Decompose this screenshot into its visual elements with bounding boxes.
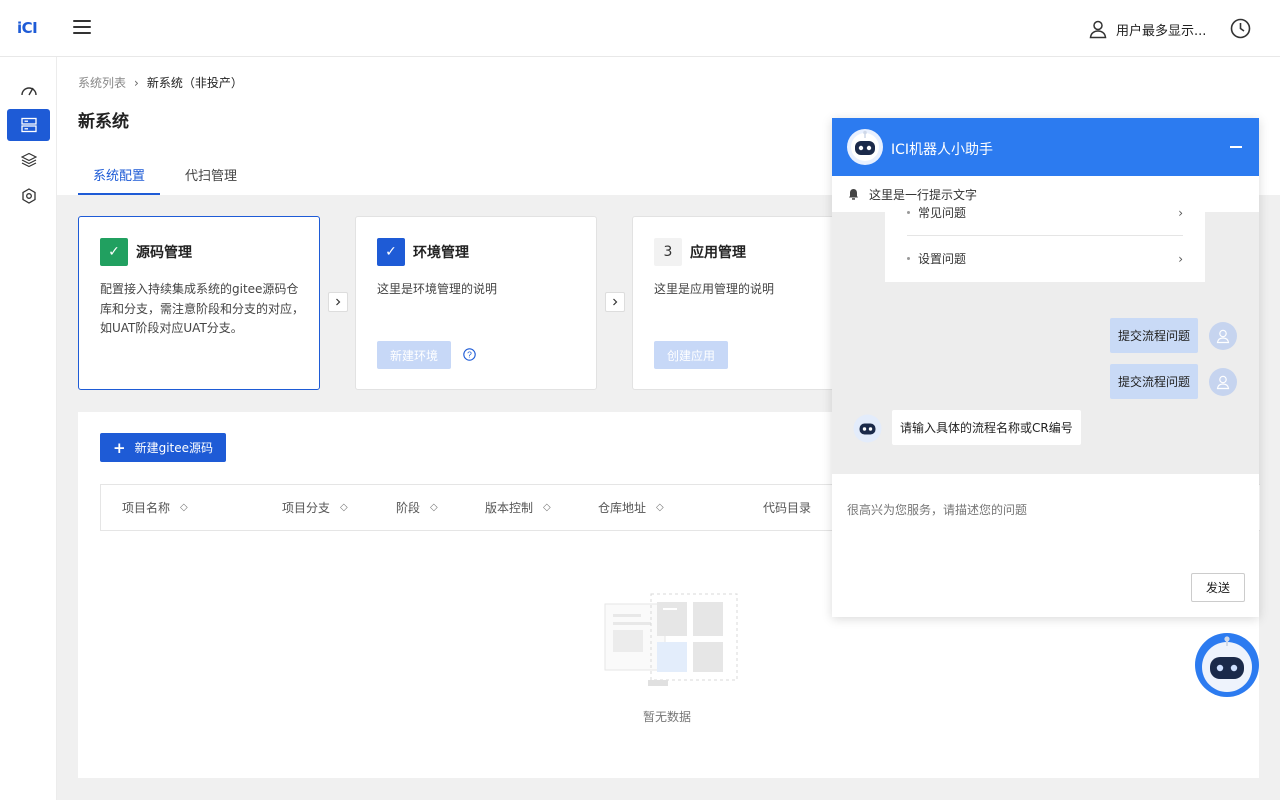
faq-item-common[interactable]: 常见问题 › [907,204,1183,221]
robot-assistant-fab-icon[interactable] [1194,632,1260,698]
menu-toggle-icon[interactable] [73,20,91,36]
chat-title: ICI机器人小助手 [891,142,994,158]
user-message: 提交流程问题 [1110,318,1199,353]
chat-assistant-panel: ICI机器人小助手 这里是一行提示文字 常见问题 › 设置问题 › 提交流程问题 提… [832,118,1259,617]
user-avatar-icon [1209,368,1237,396]
side-nav [0,57,57,800]
step-description: 配置接入持续集成系统的gitee源码仓库和分支，需注意阶段和分支的对应，如UAT… [100,282,305,335]
user-name: 用户最多显示... [1116,23,1207,39]
obscured-content [1259,270,1280,370]
top-bar: iCI 用户最多显示... [0,0,1280,57]
app-logo[interactable]: iCI [17,19,38,37]
layers-icon [20,152,37,168]
column-project-name[interactable]: 项目名称 ◇ [122,485,188,530]
faq-list: 常见问题 › 设置问题 › [885,206,1205,282]
faq-item-settings[interactable]: 设置问题 › [907,250,1183,267]
chevron-right-icon: › [1178,251,1183,266]
page-title: 新系统 [78,112,129,132]
empty-illustration [604,593,738,686]
svg-text:?: ? [467,350,472,360]
step-card-source[interactable]: ✓ 源码管理 配置接入持续集成系统的gitee源码仓库和分支，需注意阶段和分支的… [78,216,320,390]
nav-layers[interactable] [7,144,50,176]
gauge-icon [20,87,37,96]
robot-avatar-icon [853,414,882,443]
breadcrumb: 系统列表 › 新系统（非投产） [78,74,243,91]
empty-text: 暂无数据 [643,710,692,724]
column-project-branch[interactable]: 项目分支 ◇ [282,485,348,530]
user-icon [1089,20,1107,39]
sort-icon: ◇ [656,502,664,513]
nav-dashboard[interactable] [7,74,50,106]
tab-bar: 系统配置 代扫管理 [78,159,262,195]
nav-settings[interactable] [7,180,50,212]
notice-text: 这里是一行提示文字 [869,187,978,202]
user-menu[interactable]: 用户最多显示... [1088,18,1206,40]
bell-icon [849,189,858,200]
help-circle-icon[interactable]: ? [463,348,476,361]
check-icon: ✓ [100,238,128,266]
new-environment-button[interactable]: 新建环境 [377,341,452,369]
history-clock-icon[interactable] [1230,18,1251,39]
tab-system-config[interactable]: 系统配置 [78,159,161,195]
robot-avatar-icon [847,129,883,165]
minimize-icon[interactable] [1230,146,1242,148]
column-stage[interactable]: 阶段 ◇ [396,485,438,530]
breadcrumb-separator: › [134,75,139,90]
step-number: 3 [654,238,682,266]
chat-input-area: 发送 [832,474,1259,617]
step-title: 源码管理 [136,245,192,261]
chat-header: ICI机器人小助手 [832,118,1259,176]
sort-icon: ◇ [543,502,551,513]
bot-message: 请输入具体的流程名称或CR编号 [892,410,1081,445]
send-button[interactable]: 发送 [1191,573,1245,602]
check-icon: ✓ [377,238,405,266]
sort-icon: ◇ [430,502,438,513]
step-title: 环境管理 [413,245,469,261]
column-code-directory[interactable]: 代码目录 [763,485,811,530]
create-application-button[interactable]: 创建应用 [654,341,729,369]
step-title: 应用管理 [690,245,746,261]
plus-icon: + [113,438,126,457]
chevron-right-icon[interactable] [328,292,348,312]
settings-hex-icon [21,188,36,204]
column-repo-address[interactable]: 仓库地址 ◇ [598,485,664,530]
step-description: 这里是环境管理的说明 [377,282,498,296]
chat-input[interactable] [847,503,1237,517]
column-version-control[interactable]: 版本控制 ◇ [485,485,551,530]
user-message: 提交流程问题 [1110,364,1199,399]
add-gitee-source-button[interactable]: + 新建gitee源码 [100,433,227,462]
chevron-right-icon[interactable] [605,292,625,312]
tab-scan-management[interactable]: 代扫管理 [170,159,252,195]
breadcrumb-parent[interactable]: 系统列表 [78,74,126,91]
nav-systems[interactable] [7,109,50,141]
sort-icon: ◇ [340,502,348,513]
server-icon [20,117,37,133]
user-avatar-icon [1209,322,1237,350]
step-card-environment[interactable]: ✓ 环境管理 这里是环境管理的说明 新建环境 ? [355,216,597,390]
sort-icon: ◇ [180,502,188,513]
add-button-label: 新建gitee源码 [134,441,214,455]
chevron-right-icon: › [1178,205,1183,220]
breadcrumb-current: 新系统（非投产） [146,76,243,90]
